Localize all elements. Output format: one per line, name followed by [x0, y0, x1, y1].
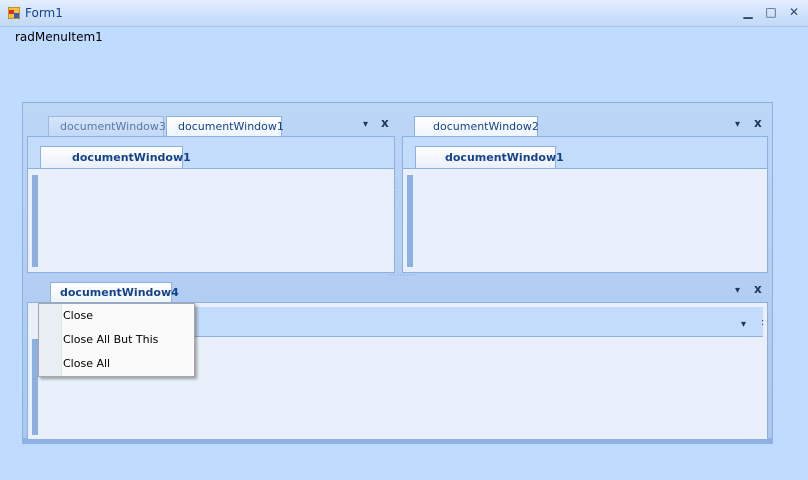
top-right-side-grip [407, 175, 413, 267]
top-left-document-frame: documentWindow1 [27, 136, 395, 273]
tab-context-menu: Close Close All But This Close All [38, 303, 195, 377]
context-menu-item-close-all[interactable]: Close All [63, 353, 110, 375]
menu-item-radmenuitem1[interactable]: radMenuItem1 [15, 30, 103, 44]
inner-tab-documentwindow1[interactable]: documentWindow1 [40, 146, 191, 168]
top-right-document-frame: documentWindow1 [402, 136, 768, 273]
context-menu-item-close[interactable]: Close [63, 305, 93, 327]
bottom-pane-close-icon[interactable]: x [754, 282, 762, 296]
top-left-side-grip [32, 175, 38, 267]
title-bar: Form1 ▁ □ ✕ [0, 0, 808, 27]
menu-bar: radMenuItem1 [0, 27, 808, 47]
top-left-inner-tabstrip: documentWindow1 [28, 137, 394, 169]
context-menu-item-close-all-but-this[interactable]: Close All But This [63, 329, 158, 351]
context-menu-icon-gutter [39, 304, 62, 376]
tab-documentwindow2[interactable]: documentWindow2 [414, 116, 539, 136]
tab-documentwindow1[interactable]: documentWindow1 [166, 116, 284, 136]
close-button[interactable]: ✕ [784, 4, 804, 21]
form-app-icon [8, 7, 20, 19]
minimize-button[interactable]: ▁ [738, 4, 758, 21]
horizontal-splitter-grip[interactable]: ········ [389, 272, 417, 280]
bottom-inner-overflow-icon[interactable]: : [761, 317, 764, 328]
bottom-inner-dropdown-icon[interactable]: ▾ [741, 319, 746, 330]
window-title: Form1 [25, 6, 63, 20]
top-right-inner-tabstrip: documentWindow1 [403, 137, 767, 169]
top-right-pane-dropdown-icon[interactable]: ▾ [735, 119, 740, 130]
maximize-button[interactable]: □ [761, 4, 781, 21]
top-left-pane-dropdown-icon[interactable]: ▾ [363, 119, 368, 130]
top-left-pane-close-icon[interactable]: x [381, 116, 389, 130]
tab-documentwindow3[interactable]: documentWindow3 [48, 116, 166, 136]
tab-documentwindow4[interactable]: documentWindow4 [50, 282, 179, 302]
bottom-pane-dropdown-icon[interactable]: ▾ [735, 285, 740, 296]
top-right-pane-close-icon[interactable]: x [754, 116, 762, 130]
inner-tab-documentwindow1-right[interactable]: documentWindow1 [415, 146, 564, 168]
vertical-splitter-grip[interactable]: · · · · [396, 182, 398, 200]
